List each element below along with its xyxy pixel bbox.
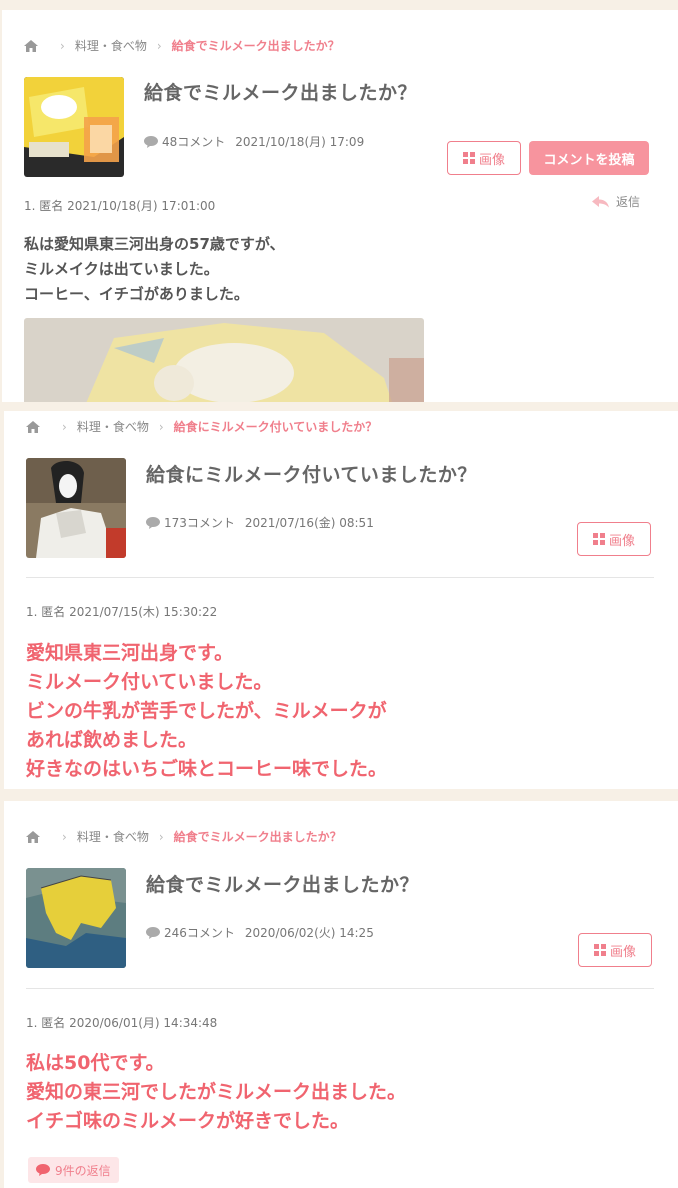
comment-line: コーヒー、イチゴがありました。 [24, 285, 249, 303]
grid-icon [592, 533, 605, 545]
comment-bubble-icon [36, 1164, 50, 1176]
image-button[interactable]: 画像 [577, 522, 651, 556]
comment-line: 私は愛知県東三河出身の57歳ですが、 [24, 235, 285, 253]
topic-title[interactable]: 給食でミルメーク出ましたか？ [144, 78, 417, 105]
reply-label: 返信 [616, 195, 641, 209]
comment-line: イチゴ味のミルメークが好きでした。 [26, 1110, 350, 1132]
top-strip [0, 0, 678, 10]
comment-line: 好きなのはいちご味とコーヒー味でした。 [26, 758, 388, 780]
topic-meta: 173コメント 2021/07/16(金) 08:51 [146, 514, 374, 531]
topic-meta: 246コメント 2020/06/02(火) 14:25 [146, 924, 374, 941]
comment-line: 愛知県東三河出身です。 [26, 642, 234, 664]
post-panel-3: › 料理・食べ物 › 給食でミルメーク出ましたか？ 給食でミルメーク出ましたか？… [4, 801, 678, 1188]
comment-line: ビンの牛乳が苦手でしたが、ミルメークが [26, 700, 387, 722]
chevron-right-icon: › [158, 829, 164, 844]
reply-arrow-icon [592, 195, 609, 207]
breadcrumb-current[interactable]: 給食でミルメーク出ましたか？ [174, 828, 342, 845]
chevron-right-icon: › [156, 38, 162, 53]
chevron-right-icon: › [62, 419, 67, 434]
divider [26, 988, 654, 989]
divider [26, 577, 654, 578]
comment-meta: 1. 匿名 2021/07/15(木) 15:30:22 [26, 605, 218, 619]
comment-meta: 1. 匿名 2020/06/01(月) 14:34:48 [26, 1016, 218, 1030]
comment-count[interactable]: 246コメント [164, 924, 235, 941]
breadcrumb-category[interactable]: 料理・食べ物 [75, 37, 147, 54]
comment-count[interactable]: 48コメント [162, 133, 225, 150]
topic-title[interactable]: 給食にミルメーク付いていましたか？ [146, 460, 477, 487]
breadcrumb-current[interactable]: 給食でミルメーク出ましたか？ [172, 37, 340, 54]
image-button[interactable]: 画像 [578, 933, 652, 967]
post-panel-1: › 料理・食べ物 › 給食でミルメーク出ましたか？ 給食でミルメーク出ましたか？… [2, 10, 678, 402]
home-icon[interactable] [26, 420, 40, 433]
chevron-right-icon: › [158, 419, 164, 434]
breadcrumb: › 料理・食べ物 › 給食でミルメーク出ましたか？ [26, 828, 342, 845]
image-button-label: 画像 [609, 944, 636, 960]
replies-button[interactable]: 9件の返信 [28, 1157, 119, 1183]
topic-date: 2021/07/16(金) 08:51 [244, 516, 374, 530]
topic-thumbnail[interactable] [26, 458, 126, 558]
post-panel-2: › 料理・食べ物 › 給食にミルメーク付いていましたか？ 給食にミルメーク付いて… [4, 411, 678, 789]
chevron-right-icon: › [60, 38, 65, 53]
home-icon[interactable] [26, 830, 40, 843]
comment-bubble-icon [146, 516, 160, 529]
breadcrumb-category[interactable]: 料理・食べ物 [77, 828, 149, 845]
image-button-label: 画像 [608, 533, 635, 549]
comment-count[interactable]: 173コメント [164, 514, 235, 531]
comment-bubble-icon [144, 135, 158, 148]
reply-button[interactable]: 返信 [592, 193, 640, 210]
comment-body: 私は愛知県東三河出身の57歳ですが、 ミルメイクは出ていました。 コーヒー、イチ… [24, 232, 285, 307]
comment-line: ミルメーク付いていました。 [26, 671, 273, 693]
post-comment-label: コメントを投稿 [543, 152, 635, 168]
comment-line: 私は50代です。 [26, 1052, 165, 1074]
comment-body: 私は50代です。 愛知の東三河でしたがミルメーク出ました。 イチゴ味のミルメーク… [26, 1049, 406, 1136]
comment-photo[interactable] [24, 318, 424, 402]
comment-bubble-icon [146, 926, 160, 939]
home-icon[interactable] [24, 39, 38, 52]
topic-title[interactable]: 給食でミルメーク出ましたか？ [146, 870, 419, 897]
breadcrumb-category[interactable]: 料理・食べ物 [77, 418, 149, 435]
topic-thumbnail[interactable] [26, 868, 126, 968]
post-comment-button[interactable]: コメントを投稿 [529, 141, 649, 175]
comment-line: 愛知の東三河でしたがミルメーク出ました。 [26, 1081, 407, 1103]
image-button-label: 画像 [478, 152, 505, 168]
topic-meta: 48コメント 2021/10/18(月) 17:09 [144, 133, 364, 150]
topic-thumbnail[interactable] [24, 77, 124, 177]
comment-meta: 1. 匿名 2021/10/18(月) 17:01:00 [24, 199, 216, 213]
breadcrumb-current[interactable]: 給食にミルメーク付いていましたか？ [174, 418, 378, 435]
comment-body: 愛知県東三河出身です。 ミルメーク付いていました。 ビンの牛乳が苦手でしたが、ミ… [26, 639, 387, 784]
topic-date: 2020/06/02(火) 14:25 [244, 926, 374, 940]
breadcrumb: › 料理・食べ物 › 給食でミルメーク出ましたか？ [24, 37, 340, 54]
topic-date: 2021/10/18(月) 17:09 [235, 135, 365, 149]
comment-line: あれば飲めました。 [26, 729, 198, 751]
replies-label: 9件の返信 [55, 1163, 111, 1178]
chevron-right-icon: › [62, 829, 67, 844]
grid-icon [593, 944, 606, 956]
grid-icon [462, 152, 475, 164]
image-button[interactable]: 画像 [447, 141, 521, 175]
breadcrumb: › 料理・食べ物 › 給食にミルメーク付いていましたか？ [26, 418, 377, 435]
comment-line: ミルメイクは出ていました。 [24, 260, 219, 278]
